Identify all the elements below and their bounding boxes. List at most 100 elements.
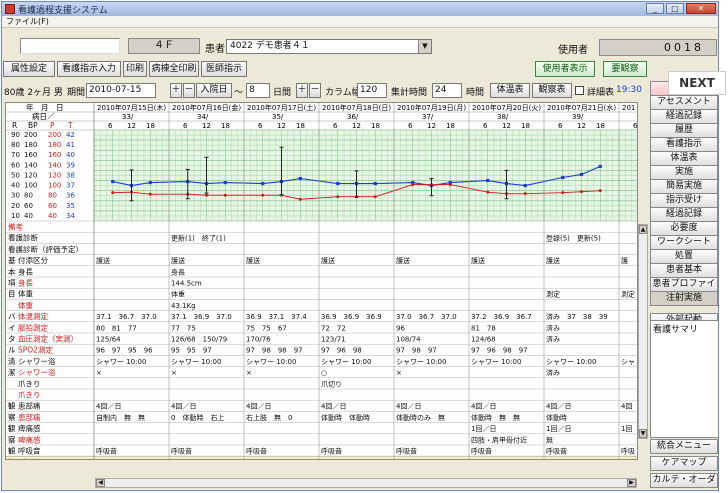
scale-t-label: 42 (66, 131, 75, 139)
row-cell: シャワー 10:00 (396, 358, 446, 366)
observation-required-button[interactable]: 要観察 (603, 61, 647, 77)
row-cell: 123/71 (321, 336, 346, 344)
period-plus-button[interactable]: ＋ (170, 83, 182, 98)
sidebar-item-temperature-table[interactable]: 体温表 (650, 151, 718, 166)
nursing-instruction-input-button[interactable]: 看護指示入力 (57, 61, 121, 77)
user-display-button[interactable]: 使用者表示 (535, 61, 595, 77)
current-time: 19:30 (616, 85, 642, 95)
menu-file[interactable]: ファイル(F) (6, 17, 49, 26)
close-icon[interactable]: ✕ (686, 3, 716, 14)
sidebar-item-history[interactable]: 履歴 (650, 123, 718, 138)
days-value: 8 (249, 85, 255, 95)
scale-r-label: 60 (11, 161, 20, 169)
patient-select[interactable]: 4022 デモ患者４１ ▼ (226, 39, 432, 54)
horizontal-scrollbar[interactable]: ◀ ▶ (95, 478, 637, 488)
pulse-point (111, 191, 115, 195)
sidebar-item-patient-profile[interactable]: 患者プロファイル (650, 277, 718, 302)
detail-table-checkbox[interactable] (575, 86, 584, 95)
ward-print-button[interactable]: 病棟全印刷 (149, 61, 199, 77)
minimize-icon[interactable]: _ (646, 3, 664, 14)
period-start-input[interactable]: 2010-07-15 (86, 83, 156, 98)
pulse-point (298, 197, 302, 201)
bottom-item-chart-order[interactable]: カルテ・オーダー (650, 473, 718, 490)
scale-p-label: 100 (48, 182, 61, 190)
maximize-icon[interactable]: □ (666, 3, 684, 14)
row-cell: 呼吸 (621, 447, 635, 456)
print-button[interactable]: 印刷 (123, 61, 147, 77)
nursing-summary-box[interactable]: 看護サマリ (650, 320, 718, 438)
sidebar-item-instruction-receipt[interactable]: 指示受け (650, 193, 718, 208)
vertical-scrollbar[interactable]: ▲ ▼ (638, 224, 648, 439)
observation-table-button[interactable]: 観察表 (532, 83, 572, 98)
scale-bp-label: 100 (24, 182, 37, 190)
user-id-display: 0018 (599, 39, 717, 56)
scroll-right-icon[interactable]: ▶ (627, 479, 636, 487)
vital-key-T: T (67, 121, 73, 130)
row-label: 爪きり (18, 391, 41, 400)
row-group-label: 基 (8, 255, 16, 265)
doctor-instruction-button[interactable]: 医師指示 (201, 61, 247, 77)
row-group-label: 観 (8, 446, 16, 456)
days-select[interactable]: 8 (246, 83, 270, 98)
row-cell: 97 98 97 (396, 347, 437, 355)
progress-record-label: 経過記録 (8, 457, 38, 460)
sick-day-value: 36/ (347, 113, 359, 121)
pulse-point (598, 189, 602, 193)
sidebar-item-patient-basic[interactable]: 患者基本 (650, 263, 718, 278)
column-width-select[interactable]: 120 (357, 83, 387, 98)
admission-date-button[interactable]: 入院日 (196, 83, 232, 98)
scroll-down-icon[interactable]: ▼ (639, 429, 647, 438)
date-header: 2010年07月17日(土) (247, 103, 316, 112)
row-cell: 4回 (621, 403, 632, 411)
days-plus-button[interactable]: ＋ (296, 83, 308, 98)
row-label: シャワー浴 (18, 367, 56, 377)
sidebar-item-progress-record[interactable]: 経過記録 (650, 109, 718, 124)
sidebar-item-injection[interactable]: 注射実施 (650, 291, 718, 306)
sidebar-item-nursing-instruction[interactable]: 看護指示 (650, 137, 718, 152)
temperature-table-button[interactable]: 体温表 (490, 83, 530, 98)
chevron-down-icon[interactable]: ▼ (418, 40, 431, 53)
sidebar-item-simple-implementation[interactable]: 簡易実施 (650, 179, 718, 194)
row-cell: 36.9 36.9 36.9 (321, 313, 382, 321)
period-minus-button[interactable]: － (183, 83, 195, 98)
row-group-label: 観 (8, 423, 16, 433)
row-label: 身長 (18, 278, 33, 288)
sidebar-item-assessment[interactable]: アセスメント (650, 95, 718, 110)
sidebar-item-worksheet[interactable]: ワークシート (650, 235, 718, 250)
hour-header: 6 (558, 122, 563, 130)
sidebar-item-treatment[interactable]: 処置 (650, 249, 718, 264)
row-group-label: 察 (8, 434, 16, 444)
temperature-chart-grid: 年 月 日病日／ R BP P T 2010年07月15日(木) 33/6 12 18 2010年… (5, 102, 638, 460)
row-cell: シャ (621, 358, 635, 366)
bottom-item-integrated-menu[interactable]: 統合メニュー (650, 439, 718, 454)
row-cell: × (96, 369, 102, 377)
sidebar-item-implementation[interactable]: 実施 (650, 165, 718, 180)
row-group-label: 観 (8, 401, 16, 411)
scale-p-label: 40 (48, 212, 57, 220)
row-label: 患部痛 (18, 401, 41, 411)
scroll-left-icon[interactable]: ◀ (96, 479, 105, 487)
interval-select[interactable]: 24 (432, 83, 462, 98)
progress-record-cell: 10:30 退院 (546, 458, 582, 460)
scroll-up-icon[interactable]: ▲ (639, 225, 647, 234)
row-cell: シャワー 10:00 (246, 358, 296, 366)
row-cell: 96 (396, 324, 405, 332)
sick-day-value: 39/ (572, 113, 584, 121)
row-cell: 右上肢 無 0 (246, 413, 292, 422)
row-cell: 護送 (321, 256, 335, 265)
pulse-point (580, 190, 583, 194)
row-cell: 呼吸音 (171, 447, 192, 456)
sidebar-item-necessity[interactable]: 必要度 (650, 221, 718, 236)
interval-label: 集計時間 (391, 88, 428, 98)
hour-header: 12 (127, 122, 136, 130)
next-badge[interactable]: NEXT (668, 71, 726, 95)
attribute-settings-button[interactable]: 属性設定 (3, 61, 55, 77)
row-cell: 75 75 67 (246, 324, 287, 332)
days-minus-button[interactable]: － (309, 83, 321, 98)
row-label: 爪きり (18, 379, 41, 388)
row-cell: 97 96 98 97 (471, 347, 528, 355)
row-group-label: タ (8, 335, 16, 344)
row-cell: 4回／日 (396, 403, 421, 411)
bottom-item-care-map[interactable]: ケアマップ (650, 456, 718, 471)
sidebar-item-progress-record-2[interactable]: 経過記録 (650, 207, 718, 222)
